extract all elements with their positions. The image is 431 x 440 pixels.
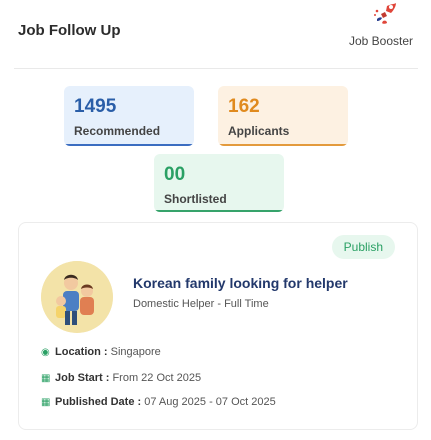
location-value: Singapore [107, 346, 161, 358]
shortlisted-count: 00 [164, 164, 186, 185]
job-start-row: ▦ Job Start : From 22 Oct 2025 [41, 372, 201, 384]
calendar-icon: ▦ [41, 397, 51, 408]
job-start-label: Job Start : [55, 372, 110, 384]
recommended-label: Recommended [74, 124, 161, 138]
header-divider [14, 68, 418, 69]
recommended-underline [64, 144, 194, 146]
job-start-value: From 22 Oct 2025 [109, 372, 202, 384]
location-label: Location : [55, 346, 108, 358]
published-date-row: ▦ Published Date : 07 Aug 2025 - 07 Oct 2… [41, 396, 276, 408]
page-title: Job Follow Up [18, 22, 121, 39]
recommended-count: 1495 [74, 96, 117, 117]
rocket-icon [374, 3, 396, 24]
shortlisted-stat-card[interactable]: 00 Shortlisted [154, 154, 284, 212]
shortlisted-label: Shortlisted [164, 192, 227, 206]
applicants-label: Applicants [228, 124, 290, 138]
applicants-count: 162 [228, 96, 260, 117]
job-avatar [41, 261, 113, 333]
job-card[interactable]: Publish Korean family looking for helper… [18, 222, 418, 430]
shortlisted-underline [154, 210, 284, 212]
header: Job Follow Up Job Booster [0, 0, 431, 62]
applicants-stat-card[interactable]: 162 Applicants [218, 86, 348, 146]
recommended-stat-card[interactable]: 1495 Recommended [64, 86, 194, 146]
status-badge: Publish [331, 235, 395, 259]
published-date-value: 07 Aug 2025 - 07 Oct 2025 [141, 396, 276, 408]
location-row: ◉ Location : Singapore [41, 346, 161, 358]
job-title[interactable]: Korean family looking for helper [133, 275, 348, 291]
location-pin-icon: ◉ [41, 347, 50, 358]
applicants-underline [218, 144, 348, 146]
booster-label: Job Booster [348, 34, 414, 48]
job-subtitle: Domestic Helper - Full Time [133, 298, 269, 310]
published-date-label: Published Date : [55, 396, 142, 408]
job-booster-button[interactable]: Job Booster [341, 2, 421, 54]
calendar-icon: ▦ [41, 373, 51, 384]
family-illustration [41, 261, 113, 333]
